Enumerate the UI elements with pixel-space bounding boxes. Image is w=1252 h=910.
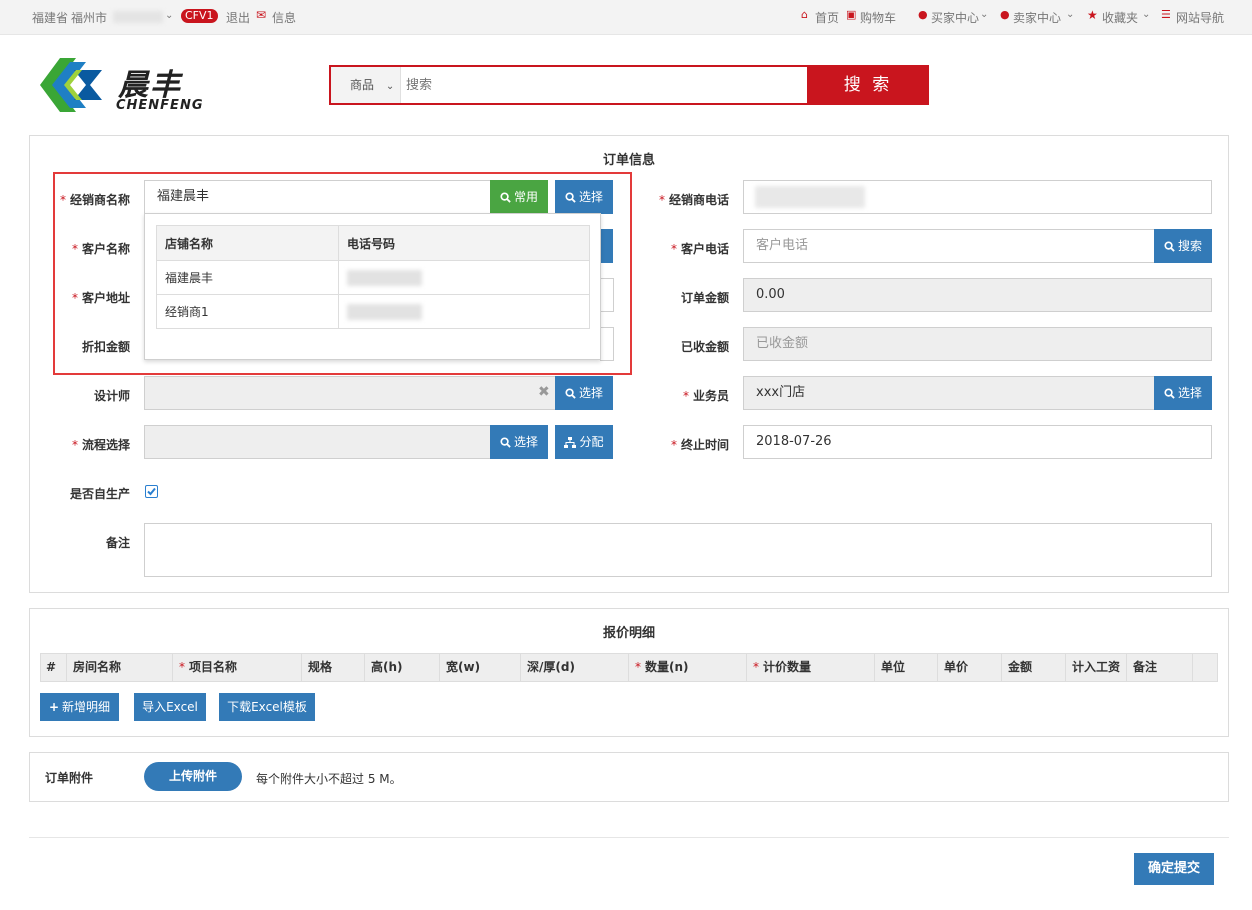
- submit-button[interactable]: 确定提交: [1134, 853, 1214, 885]
- home-icon: ⌂: [801, 8, 808, 21]
- quote-column-header: 计入工资: [1066, 653, 1127, 682]
- sitemap-icon: [564, 437, 577, 448]
- favorites-menu[interactable]: 收藏夹: [1102, 9, 1138, 26]
- seller-center-menu[interactable]: 卖家中心: [1013, 9, 1061, 26]
- deadline-input[interactable]: 2018-07-26: [743, 425, 1212, 459]
- home-link[interactable]: 首页: [815, 9, 839, 26]
- customer-phone-input[interactable]: 客户电话: [743, 229, 1155, 263]
- quote-column-header: 高(h): [365, 653, 440, 682]
- search-icon: [1164, 388, 1175, 399]
- logo-english-text: CHENFENG: [116, 98, 204, 113]
- customer-phone-label: * 客户电话: [670, 242, 729, 256]
- chevron-down-icon: ⌄: [980, 9, 989, 20]
- quote-column-header: 金额: [1002, 653, 1066, 682]
- list-icon: ☰: [1161, 8, 1171, 21]
- remark-label: 备注: [105, 536, 130, 550]
- logout-link[interactable]: 退出: [226, 9, 250, 26]
- star-icon: ★: [1087, 8, 1098, 22]
- select-designer-button[interactable]: 选择: [555, 376, 613, 410]
- chevron-down-icon: ⌄: [1066, 9, 1075, 20]
- designer-label: 设计师: [93, 389, 130, 403]
- quote-column-header: 房间名称: [67, 653, 173, 682]
- search-category-select[interactable]: 商品 ⌄: [331, 67, 401, 103]
- search-icon: [500, 437, 511, 448]
- member-badge: CFV1: [181, 9, 218, 23]
- buyer-center-menu[interactable]: 买家中心: [931, 9, 979, 26]
- customer-phone-search-button[interactable]: 搜索: [1154, 229, 1212, 263]
- quote-column-header: 备注: [1127, 653, 1193, 682]
- chevron-down-icon: ⌄: [1142, 9, 1151, 20]
- process-input[interactable]: [144, 425, 491, 459]
- quote-column-header: 规格: [302, 653, 365, 682]
- search-icon: [565, 388, 576, 399]
- remark-textarea[interactable]: [144, 523, 1212, 577]
- dealer-phone-label: * 经销商电话: [658, 193, 729, 207]
- order-amount-label: 订单金额: [680, 291, 729, 305]
- quote-column-header: * 项目名称: [173, 653, 302, 682]
- salesman-label: * 业务员: [682, 389, 729, 403]
- user-icon: ●: [1000, 8, 1010, 21]
- attachment-label: 订单附件: [45, 771, 94, 785]
- designer-input[interactable]: [144, 376, 556, 410]
- quote-column-header: * 计价数量: [747, 653, 875, 682]
- upload-attachment-button[interactable]: 上传附件: [144, 762, 242, 791]
- quote-detail-title: 报价明细: [602, 626, 655, 641]
- check-icon: [147, 487, 156, 496]
- received-amount-input: 已收金额: [743, 327, 1212, 361]
- quote-column-header: #: [40, 653, 67, 682]
- clear-icon[interactable]: ✖: [538, 384, 550, 400]
- site-nav-menu[interactable]: 网站导航: [1176, 9, 1224, 26]
- message-link[interactable]: 信息: [272, 9, 296, 26]
- quote-column-header: * 数量(n): [629, 653, 747, 682]
- search-input[interactable]: [402, 67, 807, 103]
- chevron-down-icon: ⌄: [385, 81, 395, 92]
- cart-link[interactable]: 购物车: [860, 9, 896, 26]
- salesman-input[interactable]: xxx门店: [743, 376, 1155, 410]
- dealer-phone-blurred: [755, 186, 865, 208]
- search-button[interactable]: 搜 索: [807, 65, 929, 105]
- quote-column-header: 单价: [938, 653, 1002, 682]
- select-process-button[interactable]: 选择: [490, 425, 548, 459]
- self-produce-label: 是否自生产: [69, 487, 130, 501]
- quote-column-header: 单位: [875, 653, 938, 682]
- add-detail-button[interactable]: + 新增明细: [40, 693, 119, 721]
- select-salesman-button[interactable]: 选择: [1154, 376, 1212, 410]
- order-info-title: 订单信息: [602, 153, 655, 168]
- plus-icon: +: [48, 700, 60, 714]
- search-icon: [1164, 241, 1175, 252]
- attachment-note: 每个附件大小不超过 5 M。: [256, 772, 402, 786]
- process-label: * 流程选择: [71, 438, 130, 452]
- received-amount-label: 已收金额: [680, 340, 729, 354]
- quote-column-header: 宽(w): [440, 653, 521, 682]
- self-produce-checkbox[interactable]: [145, 485, 158, 498]
- highlight-box: [53, 172, 632, 375]
- chevron-down-icon[interactable]: ⌄: [165, 10, 173, 21]
- cart-icon: ▣: [846, 8, 857, 21]
- import-excel-button[interactable]: 导入Excel: [134, 693, 206, 721]
- order-amount-input: 0.00: [743, 278, 1212, 312]
- divider: [29, 837, 1229, 838]
- download-template-button[interactable]: 下载Excel模板: [219, 693, 315, 721]
- province-label: 福建省: [32, 11, 69, 25]
- city-label[interactable]: 福州市: [71, 9, 107, 26]
- assign-button[interactable]: 分配: [555, 425, 613, 459]
- quote-column-header: 深/厚(d): [521, 653, 629, 682]
- deadline-label: * 终止时间: [670, 438, 729, 452]
- chenfeng-logo-icon: [40, 58, 102, 112]
- username-blurred: [113, 11, 163, 23]
- mail-icon: ✉: [256, 8, 267, 22]
- user-icon: ●: [918, 8, 928, 21]
